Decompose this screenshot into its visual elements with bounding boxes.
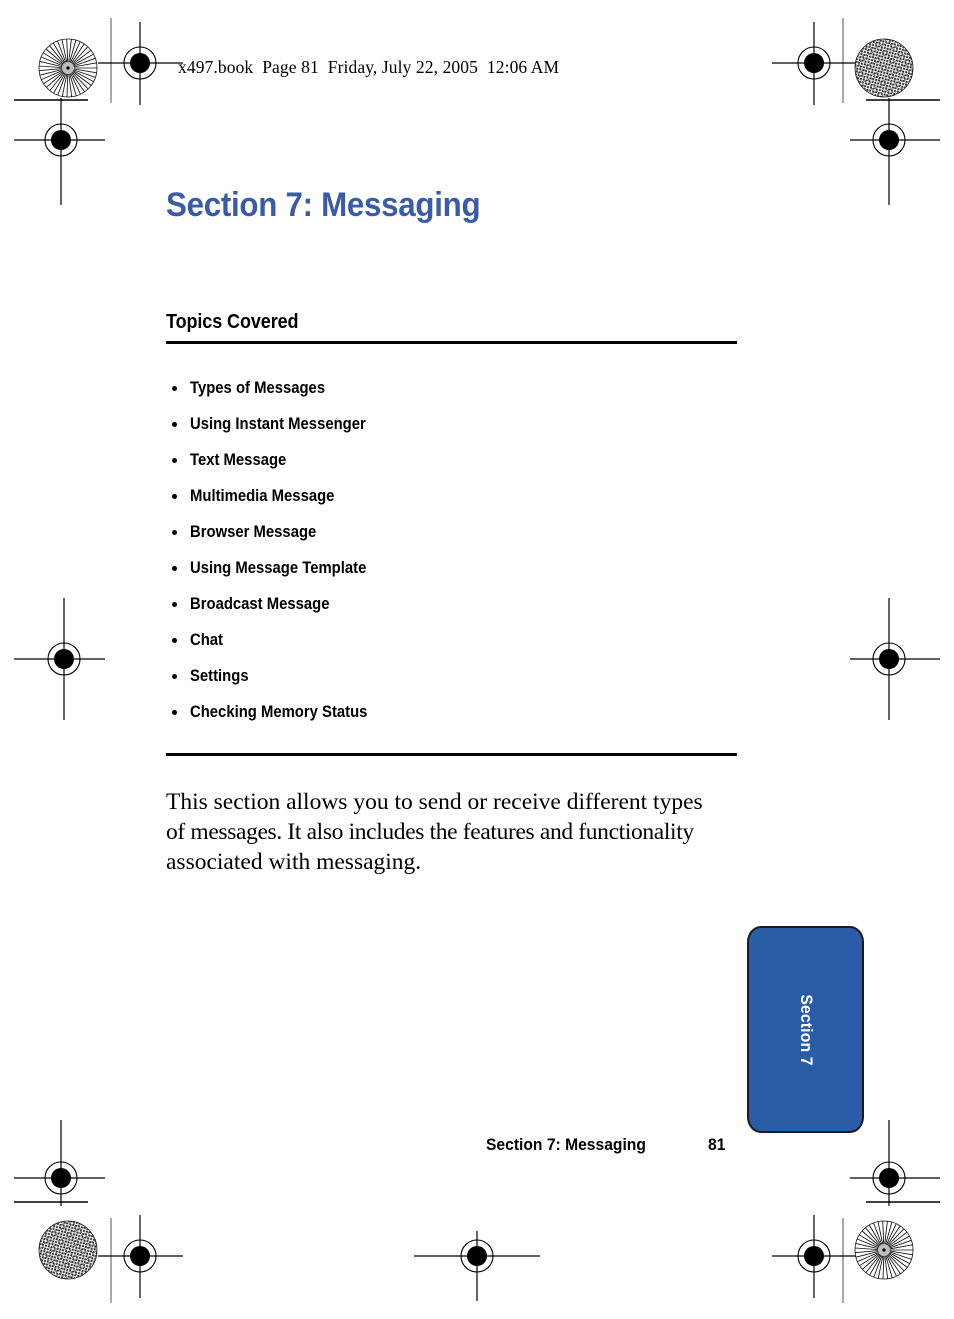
bullet-icon <box>172 565 177 571</box>
registration-target-icon-inner-bottom-left <box>14 1120 105 1206</box>
file-info-header: x497.book Page 81 Friday, July 22, 2005 … <box>178 57 560 77</box>
list-item: Settings <box>166 658 387 694</box>
divider-top <box>166 341 737 344</box>
registration-target-icon-mid-left <box>14 598 105 720</box>
list-item-label: Browser Message <box>190 523 317 541</box>
bullet-icon <box>172 421 177 427</box>
intro-paragraph: This section allows you to send or recei… <box>166 787 744 877</box>
list-item-label: Types of Messages <box>190 379 326 397</box>
list-item: Using Message Template <box>166 550 387 586</box>
list-item: Checking Memory Status <box>166 694 387 730</box>
list-item-label: Chat <box>190 631 224 649</box>
section-thumb-tab: Section 7 <box>747 926 864 1133</box>
bullet-icon <box>172 457 177 463</box>
list-item: Chat <box>166 622 387 658</box>
registration-target-icon-bottom-center <box>414 1231 540 1301</box>
list-item: Broadcast Message <box>166 586 387 622</box>
bullet-icon <box>172 385 177 391</box>
page-footer: Section 7: Messaging 81 <box>486 1135 727 1155</box>
paragraph-line-2: of messages. It also includes the featur… <box>166 819 694 845</box>
bullet-icon <box>172 529 177 535</box>
list-item: Using Instant Messenger <box>166 406 387 442</box>
list-item-label: Checking Memory Status <box>190 703 368 721</box>
list-item-label: Settings <box>190 667 249 685</box>
list-item-label: Multimedia Message <box>190 487 335 505</box>
list-item: Text Message <box>166 442 387 478</box>
registration-target-icon-inner-top-left <box>14 98 105 205</box>
registration-target-icon-top-right <box>772 22 856 105</box>
list-item-label: Using Instant Messenger <box>190 415 366 433</box>
bullet-icon <box>172 673 177 679</box>
registration-target-icon-bottom-left <box>98 1215 183 1298</box>
list-item-label: Broadcast Message <box>190 595 330 613</box>
page-title: Section 7: Messaging <box>166 186 481 224</box>
list-item: Multimedia Message <box>166 478 387 514</box>
footer-page-number: 81 <box>707 1135 726 1154</box>
bullet-icon <box>172 601 177 607</box>
list-item: Browser Message <box>166 514 387 550</box>
list-item-label: Text Message <box>190 451 287 469</box>
bullet-icon <box>172 493 177 499</box>
registration-target-icon-top-left <box>98 22 183 105</box>
footer-section-title: Section 7: Messaging <box>486 1135 646 1154</box>
registration-target-icon-inner-top-right <box>850 98 940 205</box>
star-rosette-icon-top-left <box>38 38 98 98</box>
paragraph-line-1: This section allows you to send or recei… <box>166 789 703 815</box>
moire-circle-icon-top-right <box>854 38 914 98</box>
section-thumb-tab-label: Section 7 <box>796 993 816 1066</box>
topics-covered-list: Types of Messages Using Instant Messenge… <box>166 370 387 730</box>
registration-target-icon-mid-right <box>850 598 940 720</box>
registration-target-icon-inner-bottom-right <box>850 1120 940 1206</box>
divider-bottom <box>166 753 737 756</box>
bullet-icon <box>172 637 177 643</box>
registration-target-icon-bottom-right <box>772 1215 856 1298</box>
paragraph-line-3: associated with messaging. <box>166 849 422 875</box>
list-item: Types of Messages <box>166 370 387 406</box>
bullet-icon <box>172 709 177 715</box>
topics-covered-heading: Topics Covered <box>166 311 299 333</box>
list-item-label: Using Message Template <box>190 559 367 577</box>
moire-circle-icon-bottom-left <box>38 1220 98 1280</box>
star-rosette-icon-bottom-right <box>854 1220 914 1280</box>
page-content: Section 7: Messaging Topics Covered Type… <box>166 185 746 875</box>
